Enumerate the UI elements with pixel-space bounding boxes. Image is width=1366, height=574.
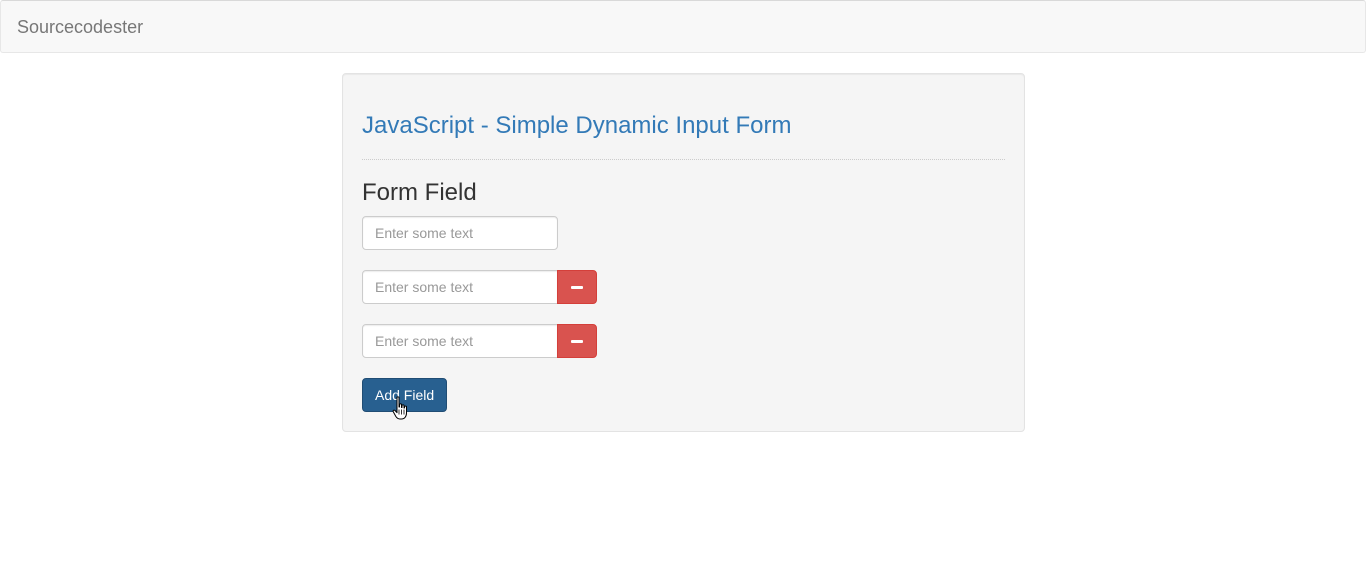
form-field-row-3 (362, 324, 597, 358)
text-input-3[interactable] (362, 324, 558, 358)
remove-field-button-2[interactable] (557, 270, 597, 304)
minus-icon (571, 339, 583, 343)
navbar-brand-link[interactable]: Sourcecodester (17, 17, 143, 37)
text-input-1[interactable] (362, 216, 558, 250)
form-field-row-2 (362, 270, 597, 304)
minus-icon (571, 285, 583, 289)
title-divider (362, 159, 1005, 160)
form-field-row-1 (362, 216, 558, 250)
remove-field-button-3[interactable] (557, 324, 597, 358)
form-panel: JavaScript - Simple Dynamic Input Form F… (342, 73, 1025, 432)
section-title: Form Field (362, 179, 477, 206)
text-input-2[interactable] (362, 270, 558, 304)
page-title: JavaScript - Simple Dynamic Input Form (362, 112, 792, 139)
add-field-button[interactable]: Add Field (362, 378, 448, 412)
navbar: Sourcecodester (0, 0, 1366, 53)
